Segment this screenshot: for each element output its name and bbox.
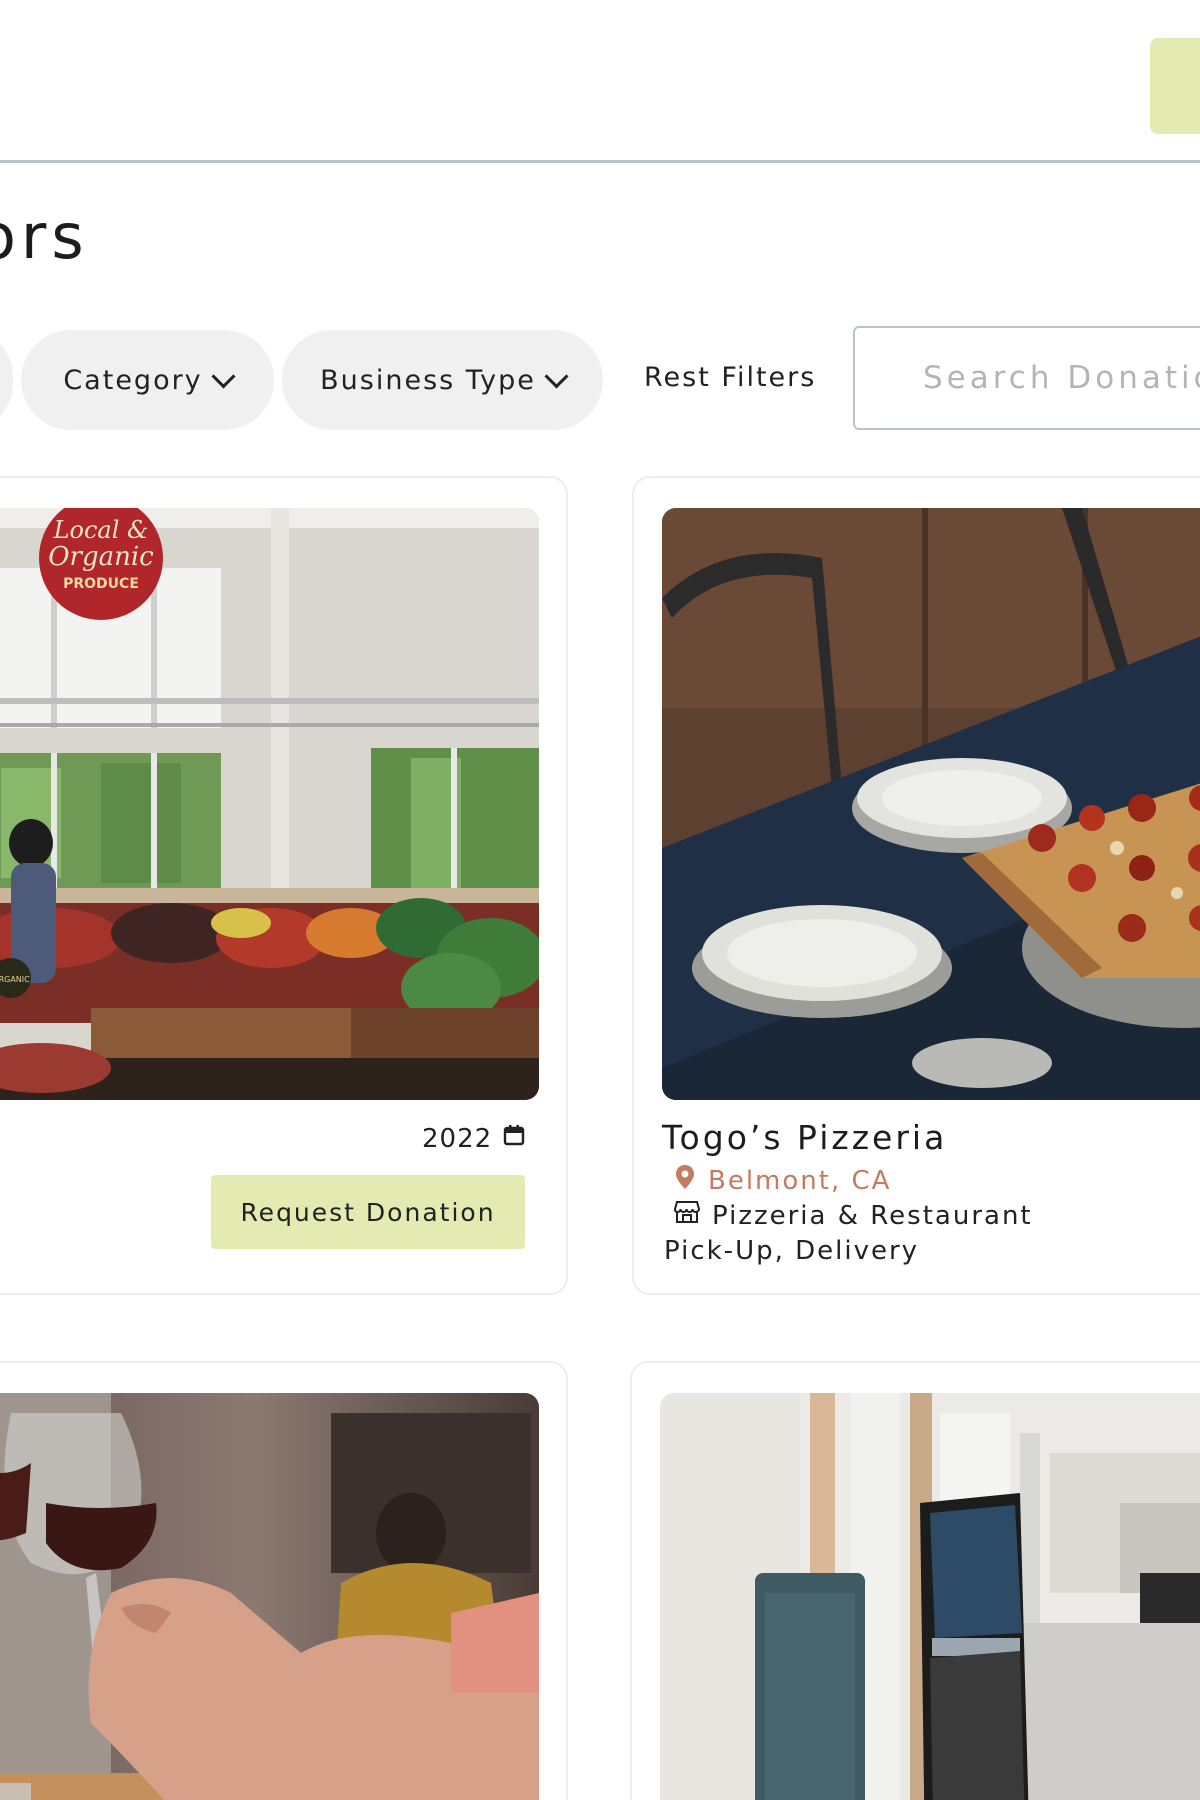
event-year: 2022: [422, 1123, 526, 1154]
svg-text:ORGANIC: ORGANIC: [0, 975, 30, 984]
chevron-down-icon: [544, 363, 569, 389]
header-action-button[interactable]: [1150, 38, 1200, 134]
donor-photo-pizzeria: [662, 508, 1200, 1100]
map-pin-icon: [674, 1164, 696, 1197]
business-type: Pizzeria & Restaurant: [673, 1200, 1033, 1231]
donor-photo-grocery: Local & Organic PRODUCE GANIC: [0, 508, 539, 1100]
calendar-icon: [502, 1123, 526, 1154]
donor-card: Togo’s Pizzeria Belmont, CA Pizzeria & R…: [632, 476, 1200, 1295]
year-text: 2022: [422, 1123, 493, 1154]
chevron-down-icon: [211, 363, 236, 389]
business-type-filter-label: Business Type: [320, 364, 536, 396]
donor-photo-office: [660, 1393, 1200, 1800]
business-type-filter-dropdown[interactable]: Business Type: [282, 330, 603, 430]
donor-card: [0, 1361, 568, 1800]
business-type-text: Pizzeria & Restaurant: [712, 1200, 1033, 1231]
business-name: Togo’s Pizzeria: [662, 1118, 948, 1157]
svg-text:Organic: Organic: [48, 542, 154, 572]
business-location: Belmont, CA: [674, 1164, 891, 1197]
top-navigation-bar: [0, 0, 1200, 163]
fulfillment-methods: Pick-Up, Delivery: [664, 1236, 920, 1266]
donor-card: [630, 1361, 1200, 1800]
filter-pill-partial[interactable]: [0, 330, 13, 430]
request-donation-button[interactable]: Request Donation: [211, 1175, 525, 1249]
donor-photo-wine: [0, 1393, 539, 1800]
local-organic-sign-text: Local &: [53, 516, 149, 544]
storefront-icon: [673, 1200, 701, 1231]
svg-text:PRODUCE: PRODUCE: [63, 576, 139, 592]
location-text: Belmont, CA: [708, 1165, 892, 1196]
search-donations-input[interactable]: [853, 326, 1200, 430]
category-filter-dropdown[interactable]: Category: [21, 330, 274, 430]
page: ors Category Business Type Rest Filters: [0, 0, 1200, 1800]
reset-filters-link[interactable]: Rest Filters: [644, 362, 816, 393]
donor-card: Local & Organic PRODUCE GANIC 2022 Reque…: [0, 476, 568, 1295]
page-title: ors: [0, 200, 89, 273]
category-filter-label: Category: [63, 364, 203, 396]
